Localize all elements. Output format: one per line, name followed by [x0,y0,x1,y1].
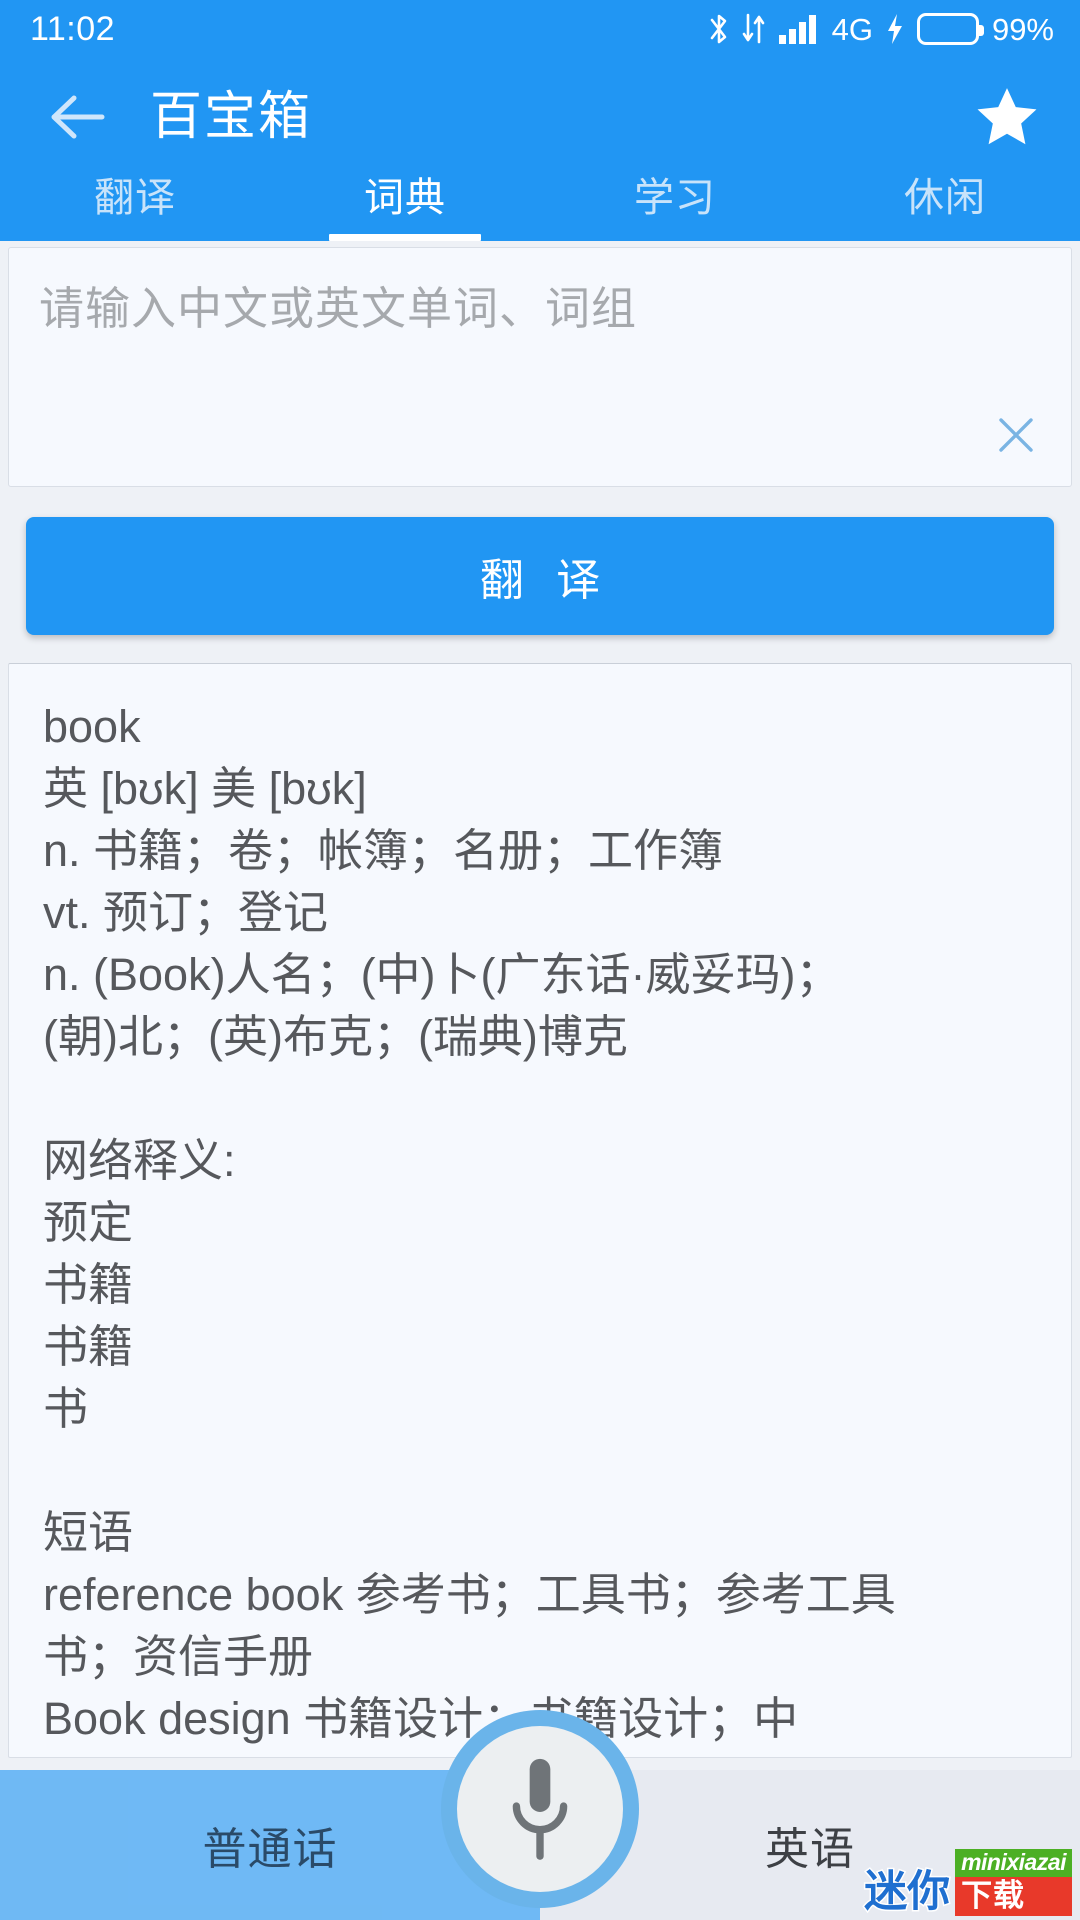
result-web-4: 书 [43,1383,89,1434]
tab-label: 休闲 [904,176,986,220]
result-spacer-2 [43,1440,1037,1502]
result-web-2: 书籍 [43,1259,134,1310]
status-bar: 11:02 4G 99% [0,0,1080,58]
tab-label: 词典 [364,176,446,220]
result-line-verb: vt. 预订；登记 [43,887,329,938]
language-label: 英语 [765,1825,855,1874]
search-input[interactable] [39,282,1041,336]
tab-bar: 翻译 词典 学习 休闲 [0,176,1080,241]
translate-button[interactable]: 翻 译 [26,517,1054,635]
status-icons: 4G 99% [708,12,1054,46]
result-line-name-1: n. (Book)人名；(中)卜(广东话·威妥玛)； [43,949,841,1000]
bluetooth-icon [708,12,730,46]
result-web-3: 书籍 [43,1321,134,1372]
result-line-noun: n. 书籍；卷；帐簿；名册；工作簿 [43,825,724,876]
dictionary-result-card[interactable]: book 英 [bʊk] 美 [bʊk] n. 书籍；卷；帐簿；名册；工作簿 v… [8,663,1072,1758]
tab-fanyi[interactable]: 翻译 [0,176,270,241]
star-icon [977,88,1037,145]
clear-button[interactable] [989,408,1043,462]
tab-label: 学习 [634,176,716,220]
main-content: 翻 译 book 英 [bʊk] 美 [bʊk] n. 书籍；卷；帐簿；名册；工… [0,241,1080,1920]
result-line-phonetics: 英 [bʊk] 美 [bʊk] [43,763,367,814]
app-bar: 百宝箱 [0,58,1080,176]
search-card [8,247,1072,487]
back-arrow-icon [51,95,105,139]
result-phrase-1a: reference book 参考书；工具书；参考工具 [43,1569,896,1620]
result-spacer-1 [43,1068,1037,1130]
battery-percent-label: 99% [991,11,1054,47]
battery-icon [916,13,984,45]
microphone-button[interactable] [441,1710,639,1908]
result-web-1: 预定 [43,1197,134,1248]
result-section-web: 网络释义: [43,1135,236,1186]
language-label: 普通话 [202,1825,338,1874]
tab-xiuxian[interactable]: 休闲 [810,176,1080,241]
microphone-icon [512,1758,568,1860]
signal-bars-icon [778,12,820,46]
back-button[interactable] [42,82,112,152]
status-time: 11:02 [30,10,116,48]
tab-label: 翻译 [94,176,176,220]
tab-cidian[interactable]: 词典 [270,176,540,241]
favorite-button[interactable] [970,80,1044,154]
charging-bolt-icon [884,12,906,46]
result-line-name-2: (朝)北；(英)布克；(瑞典)博克 [43,1011,628,1062]
result-line-word: book [43,701,141,752]
page-title: 百宝箱 [150,88,313,146]
network-type-label: 4G [831,11,873,47]
data-transfer-icon [741,12,767,46]
result-phrase-1b: 书；资信手册 [43,1631,314,1682]
tab-xuexi[interactable]: 学习 [540,176,810,241]
close-icon [999,418,1033,452]
result-section-phrases: 短语 [43,1507,134,1558]
